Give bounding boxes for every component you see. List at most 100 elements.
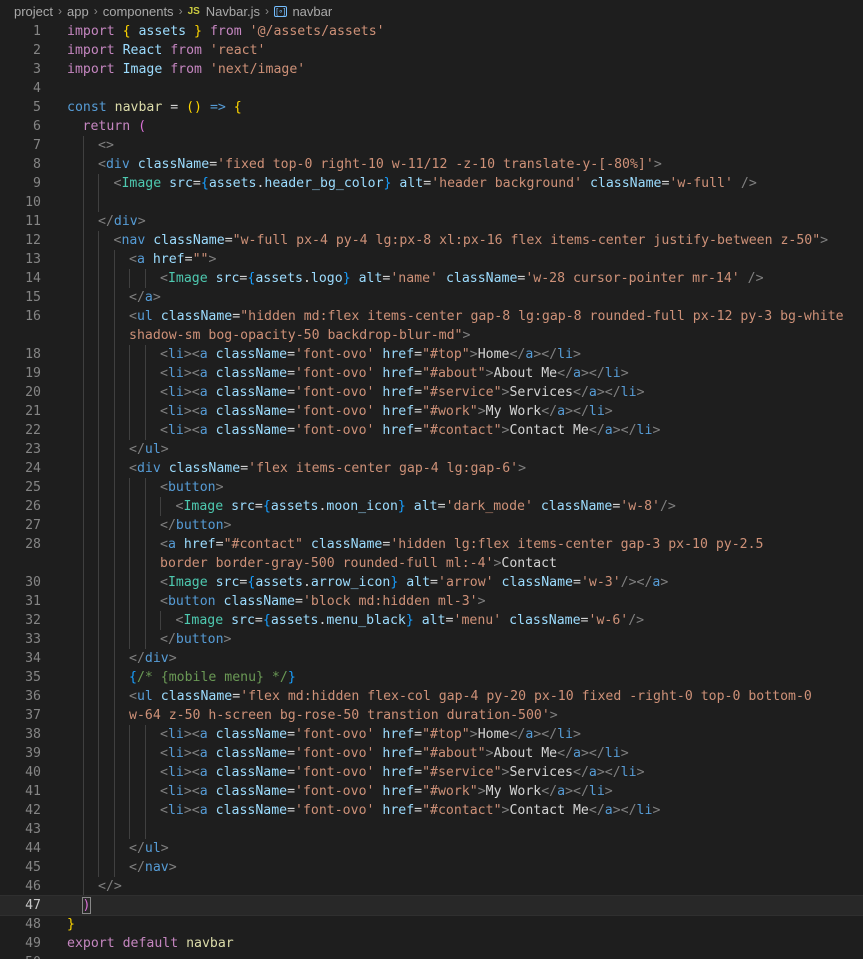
indent-guide xyxy=(160,611,161,630)
code-line[interactable]: 14 <Image src={assets.logo} alt='name' cl… xyxy=(0,269,863,288)
code-line[interactable]: 3 import Image from 'next/image' xyxy=(0,60,863,79)
code-line[interactable]: 30 <Image src={assets.arrow_icon} alt='ar… xyxy=(0,573,863,592)
indent-guide xyxy=(113,478,115,497)
code-token: >< xyxy=(183,784,200,799)
code-line[interactable]: 43 xyxy=(0,820,863,839)
code-token: nav xyxy=(121,233,146,248)
code-line[interactable]: 6 return ( xyxy=(0,117,863,136)
code-line[interactable]: 46 </> xyxy=(0,877,863,896)
code-line[interactable]: 1 import { assets } from '@/assets/assets… xyxy=(0,22,863,41)
code-token: from xyxy=(162,62,210,77)
code-line[interactable]: 28 <a href="#contact" className='hidden l… xyxy=(0,535,863,554)
code-line[interactable]: 2 import React from 'react' xyxy=(0,41,863,60)
breadcrumb-item-components[interactable]: components xyxy=(103,4,174,19)
code-line[interactable]: 47) xyxy=(0,895,863,916)
code-line[interactable]: 48} xyxy=(0,915,863,934)
code-line[interactable]: 39 <li><a className='font-ovo' href="#abo… xyxy=(0,744,863,763)
indent-guide xyxy=(129,478,130,497)
code-token: assets xyxy=(138,24,187,39)
code-token: < xyxy=(160,423,168,438)
code-line[interactable]: border border-gray-500 rounded-full ml:-… xyxy=(0,554,863,573)
code-token: 'font-ovo' xyxy=(295,765,375,780)
code-token: src xyxy=(223,499,255,514)
indent-guide xyxy=(144,364,146,383)
code-line[interactable]: 15 </a> xyxy=(0,288,863,307)
code-line[interactable]: 16 <ul className="hidden md:flex items-ce… xyxy=(0,307,863,326)
code-line[interactable]: 4 xyxy=(0,79,863,98)
code-line[interactable]: 13 <a href=""> xyxy=(0,250,863,269)
code-line[interactable]: 11 </div> xyxy=(0,212,863,231)
indent-guide xyxy=(98,573,99,592)
code-line[interactable]: 34 </div> xyxy=(0,649,863,668)
code-line[interactable]: 41 <li><a className='font-ovo' href="#wor… xyxy=(0,782,863,801)
code-token: </ xyxy=(573,385,589,400)
code-line[interactable]: 31 <button className='block md:hidden ml-… xyxy=(0,592,863,611)
code-line[interactable]: 27 </button> xyxy=(0,516,863,535)
line-number: 13 xyxy=(25,252,41,267)
code-line[interactable]: 40 <li><a className='font-ovo' href="#ser… xyxy=(0,763,863,782)
code-line[interactable]: 42 <li><a className='font-ovo' href="#con… xyxy=(0,801,863,820)
breadcrumb-item-symbol[interactable]: navbar xyxy=(292,4,332,19)
indent-guide xyxy=(144,725,146,744)
code-line[interactable]: 19 <li><a className='font-ovo' href="#abo… xyxy=(0,364,863,383)
code-token: > xyxy=(223,632,232,647)
code-token: 'font-ovo' xyxy=(295,423,375,438)
indent-guide xyxy=(82,744,84,763)
indent-guide xyxy=(113,858,115,877)
code-line[interactable]: 37 w-64 z-50 h-screen bg-rose-50 transtio… xyxy=(0,706,863,725)
code-token: 'font-ovo' xyxy=(295,385,375,400)
code-line[interactable]: 23 </ul> xyxy=(0,440,863,459)
code-line[interactable]: 9 <Image src={assets.header_bg_color} alt… xyxy=(0,174,863,193)
code-text: <ul className='flex md:hidden flex-col g… xyxy=(129,687,812,706)
code-line[interactable]: 7 <> xyxy=(0,136,863,155)
code-line[interactable]: 32 <Image src={assets.menu_black} alt='me… xyxy=(0,611,863,630)
code-line[interactable]: 25 <button> xyxy=(0,478,863,497)
code-line[interactable]: 50 xyxy=(0,953,863,959)
line-number: 33 xyxy=(25,632,41,647)
code-token: { xyxy=(233,100,242,115)
breadcrumb-item-file[interactable]: Navbar.js xyxy=(206,4,260,19)
code-token: > xyxy=(477,404,486,419)
code-editor[interactable]: 1 import { assets } from '@/assets/assets… xyxy=(0,22,863,959)
code-token: >< xyxy=(183,746,200,761)
code-token: = xyxy=(287,385,296,400)
code-token: src xyxy=(223,613,255,628)
indent-guide xyxy=(98,820,99,839)
code-line[interactable]: 24 <div className='flex items-center gap-… xyxy=(0,459,863,478)
code-line[interactable]: 18 <li><a className='font-ovo' href="#top… xyxy=(0,345,863,364)
code-line[interactable]: 5 const navbar = () => { xyxy=(0,98,863,117)
code-line[interactable]: 33 </button> xyxy=(0,630,863,649)
breadcrumb-item-project[interactable]: project xyxy=(14,4,53,19)
code-line[interactable]: 12 <nav className="w-full px-4 py-4 lg:px… xyxy=(0,231,863,250)
code-line[interactable]: 45 </nav> xyxy=(0,858,863,877)
code-line[interactable]: shadow-sm bog-opacity-50 backdrop-blur-m… xyxy=(0,326,863,345)
code-line[interactable]: 44 </ul> xyxy=(0,839,863,858)
code-line[interactable]: 26 <Image src={assets.moon_icon} alt='dar… xyxy=(0,497,863,516)
code-token: assets xyxy=(270,613,319,628)
indent-guide xyxy=(129,383,130,402)
code-token: li xyxy=(167,404,184,419)
code-line[interactable]: 21 <li><a className='font-ovo' href="#wor… xyxy=(0,402,863,421)
code-line[interactable]: 22 <li><a className='font-ovo' href="#con… xyxy=(0,421,863,440)
indent-guide xyxy=(82,649,84,668)
code-token: = xyxy=(287,746,296,761)
code-token: > xyxy=(137,214,146,229)
indent-guide xyxy=(129,801,130,820)
code-line[interactable]: 10 xyxy=(0,193,863,212)
code-line[interactable]: 38 <li><a className='font-ovo' href="#top… xyxy=(0,725,863,744)
code-line[interactable]: 35 {/* {mobile menu} */} xyxy=(0,668,863,687)
code-line[interactable]: 49 export default navbar xyxy=(0,934,863,953)
indent-guide xyxy=(98,307,99,326)
code-line[interactable]: 36 <ul className='flex md:hidden flex-col… xyxy=(0,687,863,706)
code-line[interactable]: 8 <div className='fixed top-0 right-10 w-… xyxy=(0,155,863,174)
code-token: 'dark_mode' xyxy=(445,499,533,514)
indent-guide xyxy=(144,516,146,535)
code-token: React xyxy=(122,43,163,58)
code-line[interactable]: 20 <li><a className='font-ovo' href="#ser… xyxy=(0,383,863,402)
code-token: a xyxy=(199,366,208,381)
code-token: ( xyxy=(138,119,147,134)
line-number: 36 xyxy=(25,689,41,704)
line-number: 27 xyxy=(25,518,41,533)
breadcrumb-item-app[interactable]: app xyxy=(67,4,89,19)
code-token: from xyxy=(202,24,250,39)
